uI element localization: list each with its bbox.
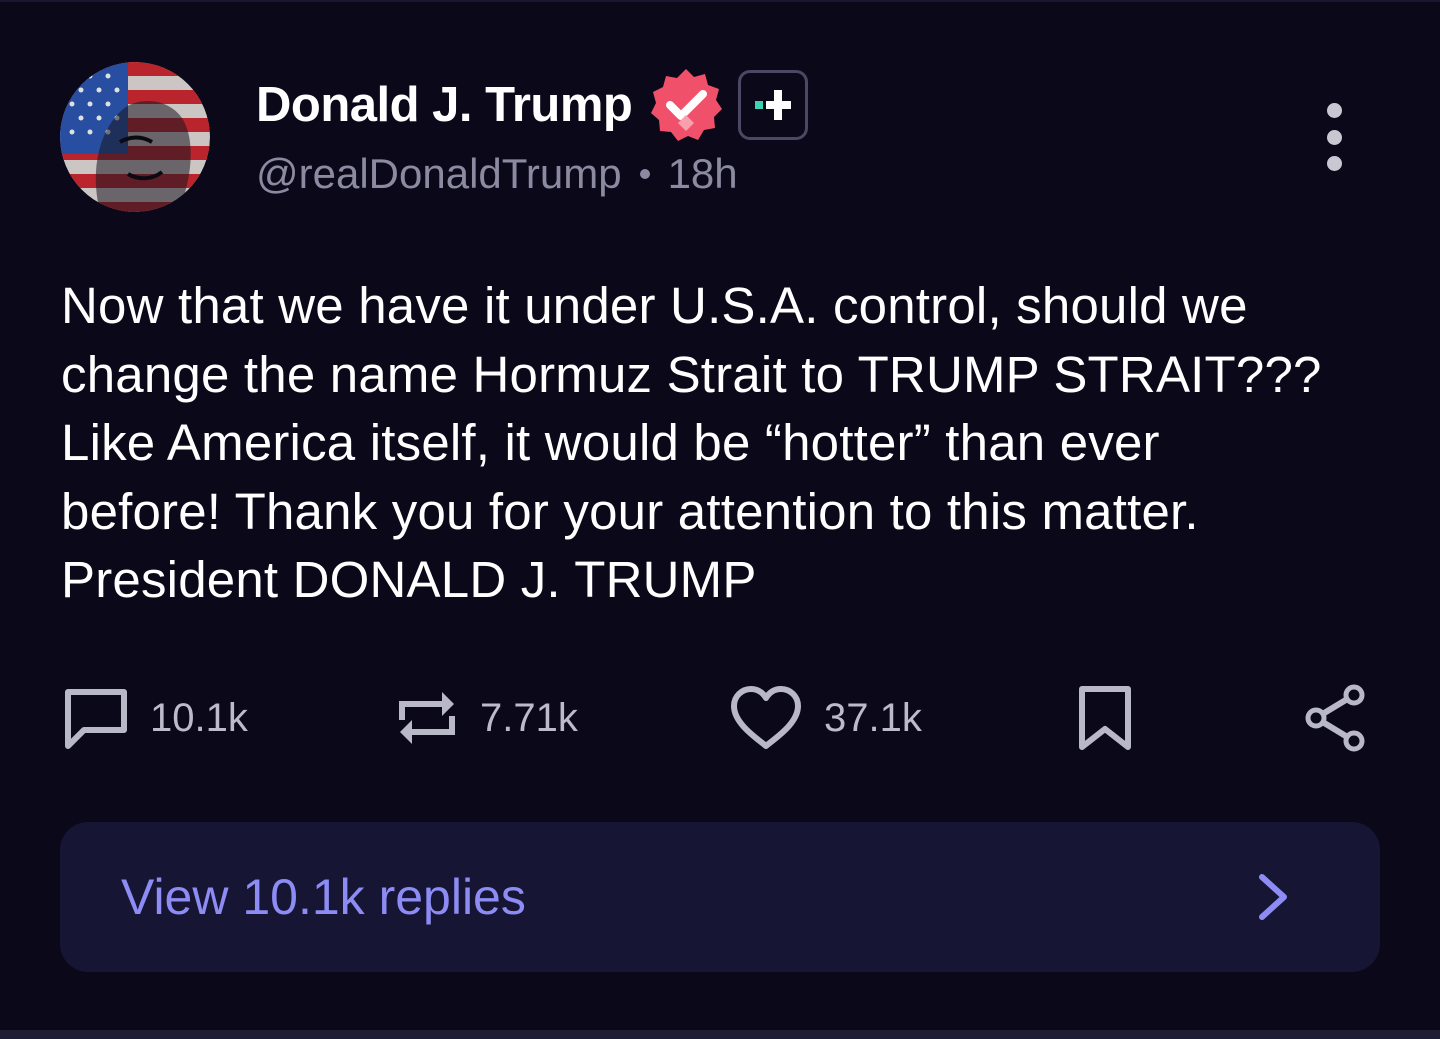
- heart-icon: [731, 686, 801, 749]
- like-button[interactable]: 37.1k: [728, 680, 922, 756]
- plus-badge-icon: [738, 70, 809, 140]
- post-body-line: before! Thank you for your attention to …: [61, 482, 1199, 540]
- bottom-divider: [0, 1030, 1440, 1039]
- post-body-line: President DONALD J. TRUMP: [61, 551, 757, 608]
- separator-dot: [639, 169, 650, 179]
- repost-icon: [399, 692, 455, 744]
- post-body: Now that we have it under U.S.A. control…: [61, 272, 1401, 615]
- like-count: 37.1k: [824, 695, 922, 740]
- repost-button[interactable]: 7.71k: [394, 680, 578, 756]
- repost-count: 7.71k: [480, 695, 578, 740]
- top-divider: [0, 0, 1440, 2]
- vertical-ellipsis-icon: [1326, 103, 1342, 118]
- more-options-button[interactable]: [1310, 103, 1358, 171]
- bookmark-icon: [1079, 686, 1131, 750]
- avatar[interactable]: [60, 62, 210, 212]
- post-body-line: change the name Hormuz Strait to TRUMP S…: [61, 345, 1322, 403]
- author-name-row: Donald J. Trump: [256, 67, 809, 143]
- chevron-right-icon: [1259, 874, 1287, 920]
- bookmark-button[interactable]: [1076, 680, 1134, 756]
- author-display-name[interactable]: Donald J. Trump: [256, 77, 633, 133]
- verified-check-icon: [648, 67, 724, 143]
- view-replies-button[interactable]: View 10.1k replies: [60, 822, 1380, 972]
- reply-button[interactable]: 10.1k: [62, 680, 248, 756]
- author-meta: @realDonaldTrump 18h: [256, 150, 738, 198]
- view-replies-label: View 10.1k replies: [121, 869, 526, 925]
- share-icon: [1305, 684, 1365, 752]
- post-body-line: Like America itself, it would be “hotter…: [61, 414, 1160, 471]
- post-body-line: Now that we have it under U.S.A. control…: [61, 277, 1248, 334]
- comment-icon: [65, 689, 127, 749]
- author-handle[interactable]: @realDonaldTrump: [256, 150, 622, 198]
- post-timestamp[interactable]: 18h: [668, 150, 738, 198]
- reply-count: 10.1k: [150, 695, 248, 740]
- flag-portrait-avatar-icon: [60, 62, 210, 212]
- share-button[interactable]: [1302, 680, 1368, 756]
